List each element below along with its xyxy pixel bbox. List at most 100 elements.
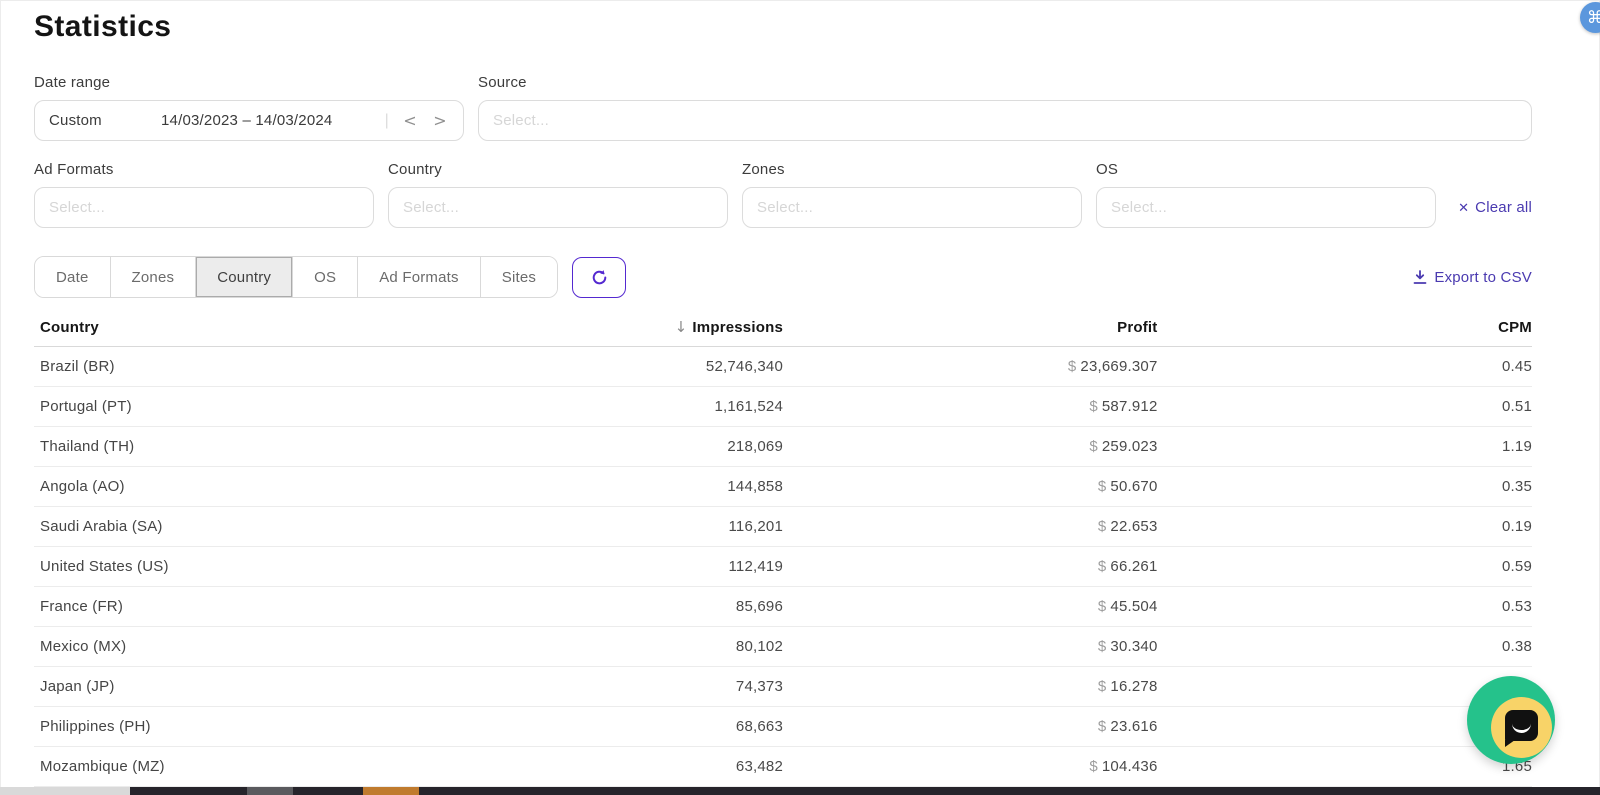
cpm-cell: 0.45 bbox=[1158, 347, 1533, 387]
chat-inner-circle bbox=[1491, 697, 1552, 758]
table-row[interactable]: Portugal (PT) 1,161,524 $587.912 0.51 bbox=[34, 387, 1532, 427]
zones-select[interactable] bbox=[742, 187, 1082, 228]
table-row[interactable]: Brazil (BR) 52,746,340 $23,669.307 0.45 bbox=[34, 347, 1532, 387]
tab-os[interactable]: OS bbox=[293, 257, 358, 297]
filters-panel: Date range Custom 14/03/2023 – 14/03/202… bbox=[34, 74, 1532, 228]
taskbar-edge bbox=[0, 787, 1600, 795]
profit-value: 104.436 bbox=[1102, 758, 1158, 775]
table-row[interactable]: Philippines (PH) 68,663 $23.616 bbox=[34, 707, 1532, 747]
statistics-page: Statistics Date range Custom 14/03/2023 … bbox=[0, 0, 1600, 787]
currency-symbol: $ bbox=[1098, 678, 1107, 695]
clear-all-button[interactable]: ✕ Clear all bbox=[1458, 187, 1532, 228]
impressions-cell: 1,161,524 bbox=[409, 387, 784, 427]
column-header-country[interactable]: Country bbox=[34, 312, 409, 347]
taskbar-segment-light bbox=[0, 787, 130, 795]
profit-value: 22.653 bbox=[1110, 518, 1157, 535]
profit-value: 259.023 bbox=[1102, 438, 1158, 455]
filter-row-2: Ad Formats Country Zones OS bbox=[34, 161, 1532, 228]
profit-value: 30.340 bbox=[1110, 638, 1157, 655]
date-range-divider: | bbox=[385, 112, 389, 130]
country-cell: Philippines (PH) bbox=[34, 707, 409, 747]
profit-cell: $16.278 bbox=[783, 667, 1158, 707]
ad-formats-label: Ad Formats bbox=[34, 161, 374, 178]
close-icon: ✕ bbox=[1458, 200, 1469, 216]
impressions-cell: 112,419 bbox=[409, 547, 784, 587]
cpm-cell: 0.19 bbox=[1158, 507, 1533, 547]
country-cell: Mexico (MX) bbox=[34, 627, 409, 667]
column-header-cpm[interactable]: CPM bbox=[1158, 312, 1533, 347]
profit-value: 66.261 bbox=[1110, 558, 1157, 575]
profit-cell: $22.653 bbox=[783, 507, 1158, 547]
table-row[interactable]: United States (US) 112,419 $66.261 0.59 bbox=[34, 547, 1532, 587]
country-cell: Thailand (TH) bbox=[34, 427, 409, 467]
tab-country[interactable]: Country bbox=[196, 257, 293, 297]
country-cell: United States (US) bbox=[34, 547, 409, 587]
os-filter: OS bbox=[1096, 161, 1436, 228]
chat-smile-icon bbox=[1512, 722, 1531, 733]
sort-desc-icon: ↓ bbox=[675, 318, 688, 336]
cpm-cell: 0.35 bbox=[1158, 467, 1533, 507]
date-range-mode[interactable]: Custom bbox=[49, 112, 161, 129]
source-input[interactable] bbox=[493, 112, 1517, 129]
export-csv-label: Export to CSV bbox=[1434, 269, 1532, 286]
zones-filter: Zones bbox=[742, 161, 1082, 228]
tab-sites[interactable]: Sites bbox=[481, 257, 557, 297]
taskbar-segment-gray bbox=[247, 787, 293, 795]
date-range-value[interactable]: 14/03/2023 – 14/03/2024 bbox=[161, 112, 332, 129]
currency-symbol: $ bbox=[1089, 438, 1098, 455]
table-header-row: Country ↓Impressions Profit CPM bbox=[34, 312, 1532, 347]
country-cell: Brazil (BR) bbox=[34, 347, 409, 387]
ad-formats-input[interactable] bbox=[49, 199, 359, 216]
export-csv-button[interactable]: Export to CSV bbox=[1413, 269, 1532, 286]
taskbar-segment-orange bbox=[363, 787, 419, 795]
tab-date[interactable]: Date bbox=[35, 257, 111, 297]
profit-cell: $104.436 bbox=[783, 747, 1158, 787]
column-header-impressions[interactable]: ↓Impressions bbox=[409, 312, 784, 347]
date-prev-icon[interactable]: < bbox=[401, 111, 419, 130]
ad-formats-select[interactable] bbox=[34, 187, 374, 228]
os-label: OS bbox=[1096, 161, 1436, 178]
country-cell: Portugal (PT) bbox=[34, 387, 409, 427]
table-row[interactable]: Thailand (TH) 218,069 $259.023 1.19 bbox=[34, 427, 1532, 467]
filter-row-1: Date range Custom 14/03/2023 – 14/03/202… bbox=[34, 74, 1532, 141]
impressions-cell: 68,663 bbox=[409, 707, 784, 747]
cpm-cell: 0.51 bbox=[1158, 387, 1533, 427]
cpm-cell: 0.38 bbox=[1158, 627, 1533, 667]
date-next-icon[interactable]: > bbox=[431, 111, 449, 130]
country-cell: France (FR) bbox=[34, 587, 409, 627]
table-row[interactable]: Mozambique (MZ) 63,482 $104.436 1.65 bbox=[34, 747, 1532, 787]
date-separator: – bbox=[242, 112, 251, 129]
refresh-icon bbox=[590, 268, 609, 287]
country-select[interactable] bbox=[388, 187, 728, 228]
impressions-cell: 74,373 bbox=[409, 667, 784, 707]
download-icon bbox=[1413, 270, 1427, 285]
chat-launcher-button[interactable] bbox=[1467, 676, 1555, 764]
table-row[interactable]: Saudi Arabia (SA) 116,201 $22.653 0.19 bbox=[34, 507, 1532, 547]
table-row[interactable]: Angola (AO) 144,858 $50.670 0.35 bbox=[34, 467, 1532, 507]
tab-ad-formats[interactable]: Ad Formats bbox=[358, 257, 481, 297]
report-toolbar: DateZonesCountryOSAd FormatsSites Export… bbox=[34, 256, 1532, 298]
country-input[interactable] bbox=[403, 199, 713, 216]
ad-formats-filter: Ad Formats bbox=[34, 161, 374, 228]
impressions-cell: 52,746,340 bbox=[409, 347, 784, 387]
source-filter: Source bbox=[478, 74, 1532, 141]
table-row[interactable]: Japan (JP) 74,373 $16.278 0.22 bbox=[34, 667, 1532, 707]
profit-cell: $23.616 bbox=[783, 707, 1158, 747]
zones-input[interactable] bbox=[757, 199, 1067, 216]
os-input[interactable] bbox=[1111, 199, 1421, 216]
impressions-cell: 63,482 bbox=[409, 747, 784, 787]
currency-symbol: $ bbox=[1098, 638, 1107, 655]
date-range-picker[interactable]: Custom 14/03/2023 – 14/03/2024 | < > bbox=[34, 100, 464, 141]
tab-zones[interactable]: Zones bbox=[111, 257, 197, 297]
source-select[interactable] bbox=[478, 100, 1532, 141]
date-range-filter: Date range Custom 14/03/2023 – 14/03/202… bbox=[34, 74, 464, 141]
os-select[interactable] bbox=[1096, 187, 1436, 228]
table-row[interactable]: Mexico (MX) 80,102 $30.340 0.38 bbox=[34, 627, 1532, 667]
source-label: Source bbox=[478, 74, 1532, 91]
clear-all-label: Clear all bbox=[1475, 199, 1532, 216]
column-header-profit[interactable]: Profit bbox=[783, 312, 1158, 347]
cpm-cell: 0.53 bbox=[1158, 587, 1533, 627]
table-row[interactable]: France (FR) 85,696 $45.504 0.53 bbox=[34, 587, 1532, 627]
country-cell: Saudi Arabia (SA) bbox=[34, 507, 409, 547]
refresh-button[interactable] bbox=[572, 257, 626, 298]
